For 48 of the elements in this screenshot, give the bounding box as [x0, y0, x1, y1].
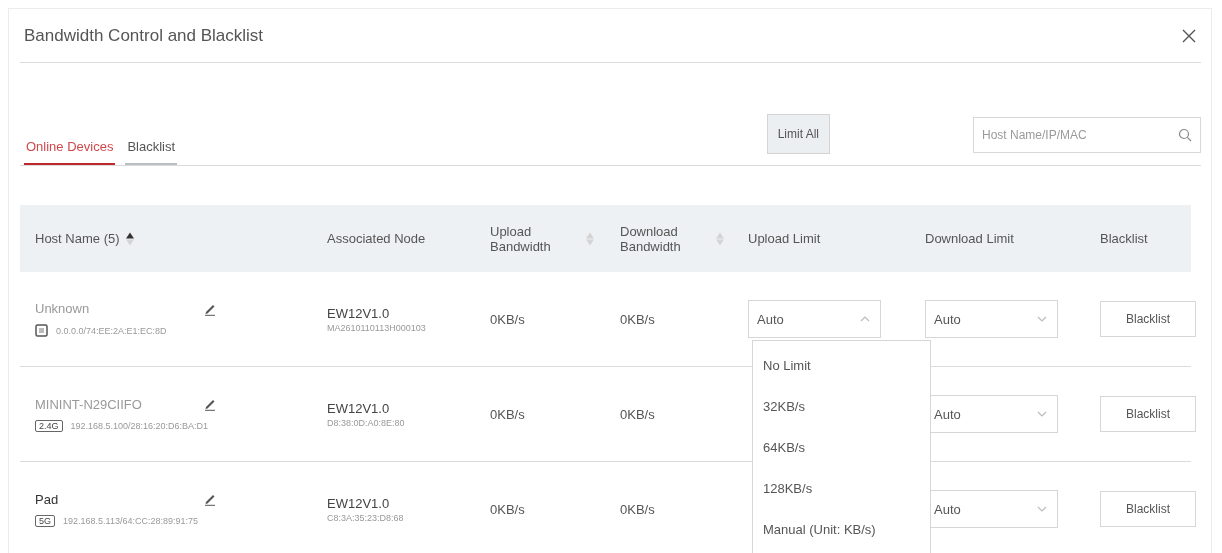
dropdown-option[interactable]: No Limit — [753, 345, 930, 386]
caret-icon — [1037, 506, 1047, 512]
node-name: EW12V1.0 — [327, 495, 391, 511]
tab[interactable]: Online Devices — [24, 139, 116, 165]
column-header: Associated Node — [327, 231, 426, 246]
blacklist-button[interactable]: Blacklist — [1100, 491, 1196, 527]
edit-icon[interactable] — [203, 492, 217, 506]
search-field[interactable]: Host Name/IP/MAC — [973, 117, 1201, 153]
upload-bandwidth: 0KB/s — [490, 311, 525, 327]
column-header: Blacklist — [1100, 231, 1148, 246]
dialog-title: Bandwidth Control and Blacklist — [24, 25, 264, 46]
node-id: D8:38:0D:A0:8E:80 — [327, 417, 406, 428]
caret-icon — [860, 316, 870, 322]
column-header: Upload Bandwidth — [490, 223, 552, 254]
upload-bandwidth: 0KB/s — [490, 406, 525, 422]
host-address: 0.0.0.0/74:EE:2A:E1:EC:8D — [56, 325, 167, 336]
column-header: Download Limit — [925, 231, 1014, 246]
column-header: Host Name (5) — [35, 231, 120, 246]
band-badge: 2.4G — [35, 419, 63, 432]
limit-select[interactable]: Auto — [748, 300, 881, 338]
node-id: C8:3A:35:23:D8:68 — [327, 512, 405, 523]
search-icon[interactable] — [1178, 128, 1192, 142]
device-icon — [35, 324, 48, 337]
edit-icon[interactable] — [203, 397, 217, 411]
download-bandwidth: 0KB/s — [620, 406, 655, 422]
blacklist-button[interactable]: Blacklist — [1100, 301, 1196, 337]
node-name: EW12V1.0 — [327, 400, 391, 416]
band-badge: 5G — [35, 514, 55, 527]
host-name: Unknown — [35, 301, 90, 316]
host-address: 192.168.5.113/64:CC:28:89:91:75 — [63, 515, 198, 526]
download-bandwidth: 0KB/s — [620, 501, 655, 517]
caret-icon — [1037, 411, 1047, 417]
host-name: Pad — [35, 491, 59, 507]
caret-icon — [1037, 316, 1047, 322]
column-header: Upload Limit — [748, 231, 821, 246]
limit-all-button[interactable]: Limit All — [766, 114, 830, 154]
node-id: MA2610110113H000103 — [327, 322, 427, 333]
sort-icon[interactable] — [125, 231, 134, 246]
column-header: Download Bandwidth — [620, 223, 682, 254]
limit-select[interactable]: Auto — [925, 300, 1058, 338]
host-name: MININT-N29CIIFO — [35, 396, 142, 412]
blacklist-button[interactable]: Blacklist — [1100, 396, 1196, 432]
download-bandwidth: 0KB/s — [620, 311, 655, 327]
node-name: EW12V1.0 — [327, 305, 391, 321]
upload-bandwidth: 0KB/s — [490, 501, 525, 517]
tab[interactable]: Blacklist — [125, 139, 178, 165]
host-address: 192.168.5.100/28:16:20:D6:BA:D1 — [70, 420, 209, 431]
close-icon[interactable] — [1181, 27, 1197, 44]
